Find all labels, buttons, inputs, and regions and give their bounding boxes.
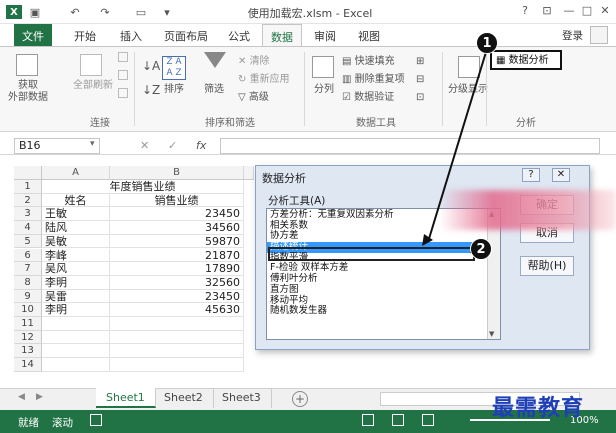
arrow-head	[422, 234, 433, 246]
callout-badge-1: 1	[476, 32, 498, 54]
callout-badge-2: 2	[470, 238, 492, 260]
callout-arrow	[422, 51, 487, 255]
watermark: 最需教育	[492, 395, 585, 421]
arrow-line	[427, 51, 487, 243]
